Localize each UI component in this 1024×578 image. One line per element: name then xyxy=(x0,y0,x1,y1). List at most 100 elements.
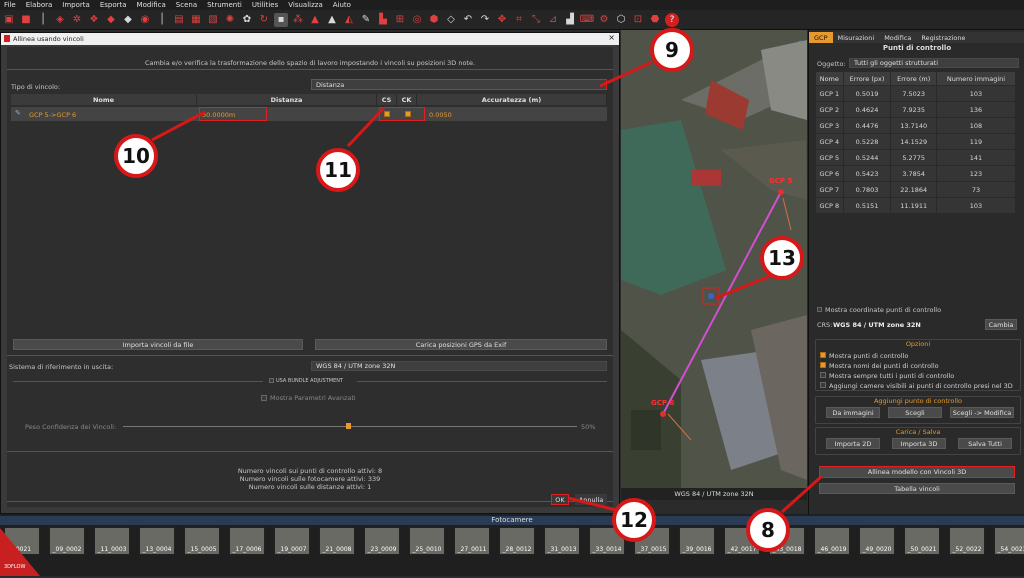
mesh-icon[interactable]: ◆ xyxy=(104,13,118,27)
camera-thumbnail[interactable]: _49_0020 xyxy=(859,527,895,555)
select-icon[interactable]: ▪ xyxy=(274,12,288,27)
robot-icon[interactable]: ▙ xyxy=(376,13,390,27)
table-row[interactable]: GCP 7 0.7803 22.1864 73 xyxy=(815,181,1017,198)
view-cube-icon[interactable]: ⬣ xyxy=(648,13,662,27)
camera-thumbnail[interactable]: _25_0010 xyxy=(409,527,445,555)
camera-thumbnail[interactable]: _52_0022 xyxy=(949,527,985,555)
menu-item-2[interactable]: Importa xyxy=(62,1,90,9)
close-icon[interactable]: × xyxy=(608,33,615,42)
diamond-icon[interactable]: ◇ xyxy=(444,13,458,27)
tab-gcp[interactable]: GCP xyxy=(809,32,833,43)
option-show-all[interactable]: Mostra sempre tutti i punti di controllo xyxy=(820,371,1013,381)
change-crs-button[interactable]: Cambia xyxy=(985,319,1017,330)
camera-thumbnail[interactable]: _13_0004 xyxy=(139,527,175,555)
cancel-button[interactable]: Annulla xyxy=(575,494,607,505)
ok-button[interactable]: OK xyxy=(551,494,569,505)
constraints-table-button[interactable]: Tabella vincoli xyxy=(819,483,1015,494)
camera-thumbnail[interactable]: _23_0009 xyxy=(364,527,400,555)
camera-thumbnail[interactable]: _28_0012 xyxy=(499,527,535,555)
col-ck[interactable]: CK xyxy=(397,94,417,105)
bundle-checkbox[interactable] xyxy=(269,378,274,383)
option-add-cameras[interactable]: Aggiungi camere visibili ai punti di con… xyxy=(820,381,1013,391)
col-cs[interactable]: CS xyxy=(377,94,397,105)
tab-edit[interactable]: Modifica xyxy=(879,32,916,43)
choose-edit-button[interactable]: Scegli -> Modifica xyxy=(950,407,1014,418)
camera-thumbnail[interactable]: _11_0003 xyxy=(94,527,130,555)
cs-checkbox[interactable] xyxy=(384,111,390,117)
camera-thumbnail[interactable]: _46_0019 xyxy=(814,527,850,555)
constraint-type-select[interactable]: Distanza xyxy=(311,79,607,90)
load-gps-button[interactable]: Carica posizioni GPS da Exif xyxy=(315,339,607,350)
save-all-button[interactable]: Salva Tutti xyxy=(958,438,1012,449)
menu-item-5[interactable]: Scena xyxy=(176,1,197,9)
transform-icon[interactable]: ✥ xyxy=(495,13,509,27)
import-3d-button[interactable]: Importa 3D xyxy=(892,438,946,449)
object-select[interactable]: Tutti gli oggetti strutturati xyxy=(849,58,1019,68)
advanced-checkbox[interactable] xyxy=(261,395,267,401)
help-icon[interactable]: ? xyxy=(665,12,679,27)
menu-item-8[interactable]: Visualizza xyxy=(288,1,322,9)
table-row[interactable]: GCP 8 0.5151 11.1911 103 xyxy=(815,197,1017,214)
output-ref-select[interactable]: WGS 84 / UTM zone 32N xyxy=(311,361,607,371)
col-accuracy[interactable]: Accuratezza (m) xyxy=(417,94,607,105)
col-distance[interactable]: Distanza xyxy=(197,94,377,105)
sphere-icon[interactable]: ✺ xyxy=(223,13,237,27)
hex-icon[interactable]: ⬢ xyxy=(427,13,441,27)
menu-item-1[interactable]: Elabora xyxy=(26,1,53,9)
ck-checkbox[interactable] xyxy=(405,111,411,117)
scale-icon[interactable]: ⤡ xyxy=(529,13,543,27)
grid-icon[interactable]: ⊞ xyxy=(393,13,407,27)
camera-thumbnail[interactable]: _15_0005 xyxy=(184,527,220,555)
option-show-points[interactable]: Mostra punti di controllo xyxy=(820,351,1013,361)
camera-thumbnail[interactable]: _09_0002 xyxy=(49,527,85,555)
dense-cloud-icon[interactable]: ❖ xyxy=(87,13,101,27)
table-row[interactable]: GCP 1 0.5019 7.5023 103 xyxy=(815,85,1017,102)
menu-item-3[interactable]: Esporta xyxy=(100,1,127,9)
menu-item-9[interactable]: Aiuto xyxy=(333,1,351,9)
dem-icon[interactable]: ▧ xyxy=(206,13,220,27)
camera-thumbnail[interactable]: _39_0016 xyxy=(679,527,715,555)
import-2d-button[interactable]: Importa 2D xyxy=(826,438,880,449)
choose-button[interactable]: Scegli xyxy=(888,407,942,418)
menu-item-0[interactable]: File xyxy=(4,1,16,9)
rotate-icon[interactable]: ↻ xyxy=(257,13,271,27)
table-row[interactable]: GCP 4 0.5228 14.1529 119 xyxy=(815,133,1017,150)
crop-icon[interactable]: ⌗ xyxy=(512,13,526,27)
show-coords-checkbox[interactable] xyxy=(817,307,822,312)
triangle-gray-icon[interactable]: ▲ xyxy=(325,13,339,27)
table-row[interactable]: GCP 6 0.5423 3.7854 123 xyxy=(815,165,1017,182)
box-icon[interactable]: ⬡ xyxy=(614,13,628,27)
table-row[interactable]: GCP 3 0.4476 13.7140 108 xyxy=(815,117,1017,134)
camera-thumbnail[interactable]: _21_0008 xyxy=(319,527,355,555)
target-icon[interactable]: ◎ xyxy=(410,13,424,27)
col-name[interactable]: Nome xyxy=(11,94,197,105)
camera-thumbnail[interactable]: _27_0011 xyxy=(454,527,490,555)
mesh-gray-icon[interactable]: ◆ xyxy=(121,13,135,27)
table-row[interactable]: ✎ GCP 5->GCP 6 30.0000m 0.0050 xyxy=(11,107,607,121)
col-err-m[interactable]: Errore (m) xyxy=(890,71,937,86)
from-images-button[interactable]: Da immagini xyxy=(826,407,880,418)
align-model-button[interactable]: Allinea modello con Vincoli 3D xyxy=(819,466,1015,478)
scan-icon[interactable]: ⊡ xyxy=(631,13,645,27)
mountain-icon[interactable]: ◭ xyxy=(342,13,356,27)
settings-icon[interactable]: ✿ xyxy=(240,13,254,27)
col-gcp-name[interactable]: Nome xyxy=(815,71,844,86)
camera-thumbnail[interactable]: _17_0006 xyxy=(229,527,265,555)
tab-registration[interactable]: Registrazione xyxy=(916,32,970,43)
brush-icon[interactable]: ✎ xyxy=(359,13,373,27)
weight-slider-handle[interactable] xyxy=(346,423,351,429)
open-icon[interactable]: ▣ xyxy=(2,13,16,27)
camera-thumbnail[interactable]: _31_0013 xyxy=(544,527,580,555)
table-row[interactable]: GCP 2 0.4624 7.9235 136 xyxy=(815,101,1017,118)
camera-thumbnail[interactable]: _19_0007 xyxy=(274,527,310,555)
tab-measurements[interactable]: Misurazioni xyxy=(833,32,880,43)
ortho-icon[interactable]: ▦ xyxy=(189,13,203,27)
import-constraints-button[interactable]: Importa vincoli da file xyxy=(13,339,303,350)
save-icon[interactable]: ■ xyxy=(19,13,33,27)
triangle-icon[interactable]: ▲ xyxy=(308,13,322,27)
col-num-images[interactable]: Numero immagini xyxy=(935,71,1017,86)
option-show-names[interactable]: Mostra nomi dei punti di controllo xyxy=(820,361,1013,371)
menu-item-4[interactable]: Modifica xyxy=(137,1,166,9)
distance-cell[interactable]: 30.0000m xyxy=(199,107,267,121)
camera-thumbnail[interactable]: _54_0023 xyxy=(994,527,1024,555)
